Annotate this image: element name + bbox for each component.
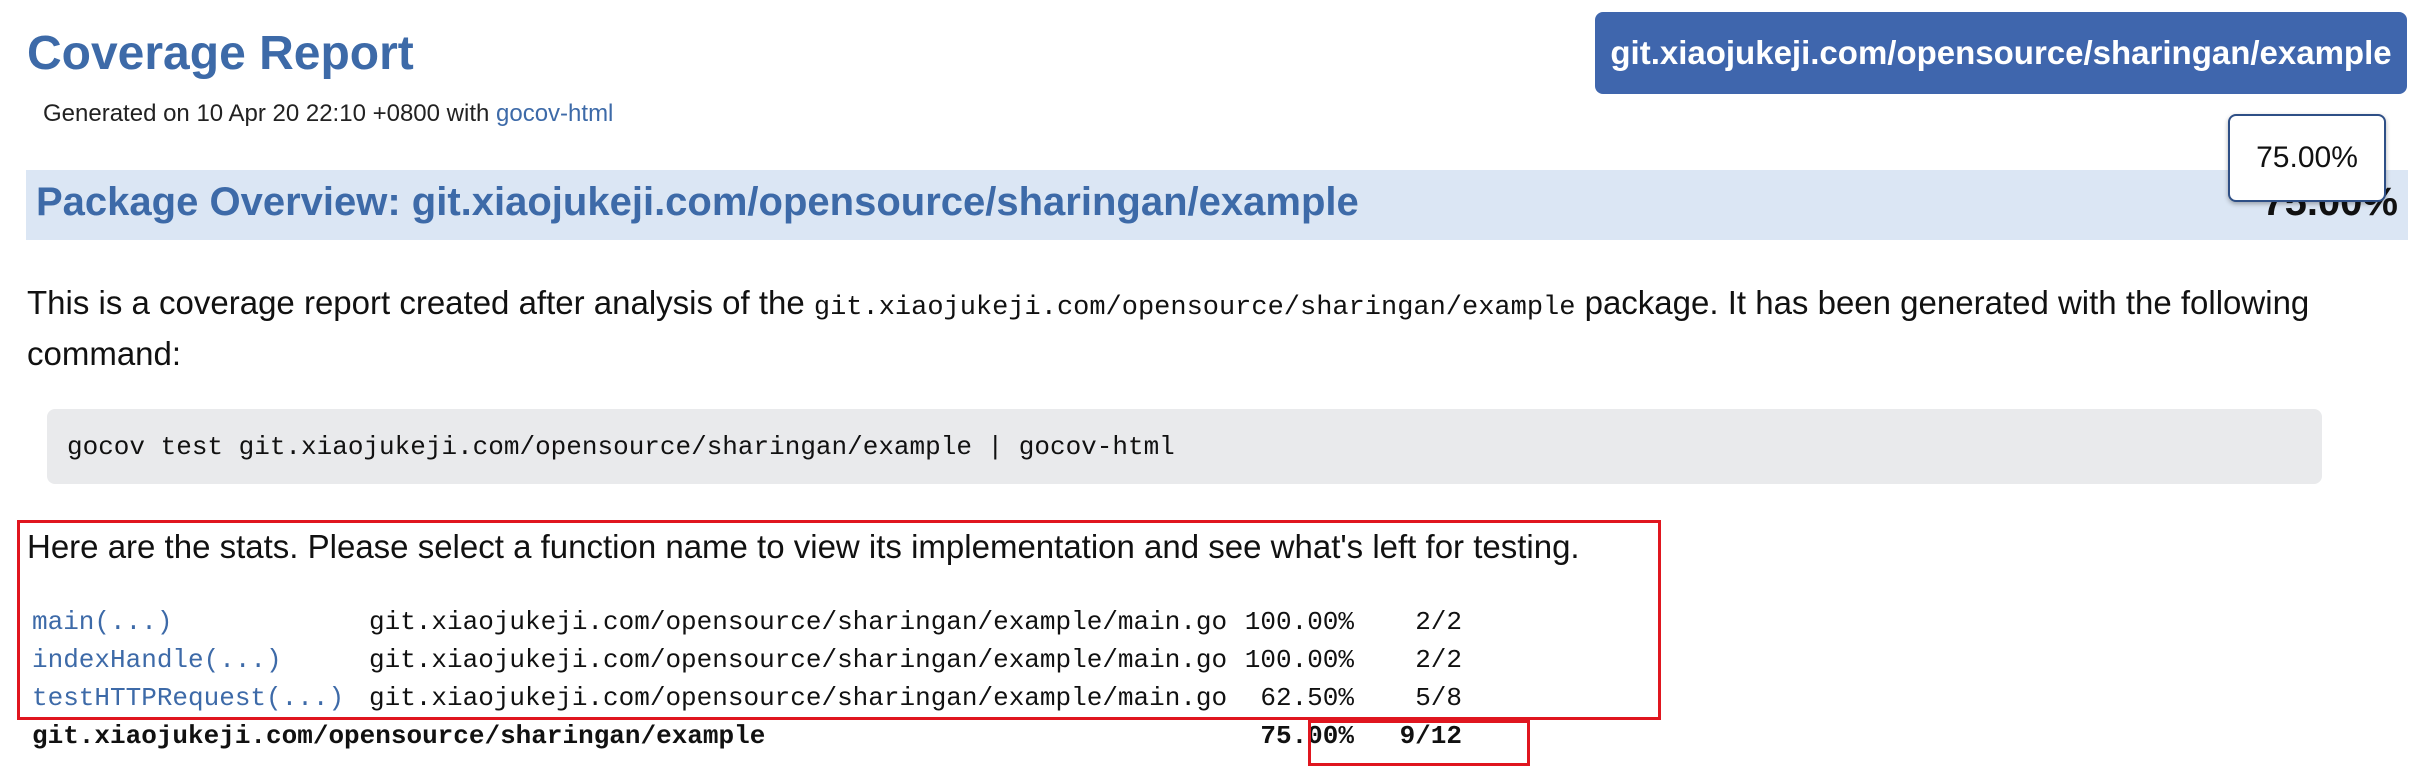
coverage-fraction: 2/2 xyxy=(1415,607,1462,637)
function-link-main[interactable]: main(...) xyxy=(32,607,172,637)
total-coverage-fraction: 9/12 xyxy=(1399,721,1462,751)
coverage-percent: 100.00% xyxy=(1244,645,1354,675)
generated-text: Generated on 10 Apr 20 22:10 +0800 with xyxy=(43,100,497,127)
total-package-name: git.xiaojukeji.com/opensource/sharingan/… xyxy=(32,721,766,751)
stats-table: main(...) git.xiaojukeji.com/opensource/… xyxy=(22,603,1462,755)
intro-paragraph: This is a coverage report created after … xyxy=(27,280,2387,376)
table-row: indexHandle(...) git.xiaojukeji.com/open… xyxy=(22,641,1462,679)
coverage-tooltip: 75.00% xyxy=(2228,114,2386,202)
coverage-fraction: 2/2 xyxy=(1415,645,1462,675)
command-block: gocov test git.xiaojukeji.com/opensource… xyxy=(47,409,2322,484)
stats-intro: Here are the stats. Please select a func… xyxy=(27,528,1580,565)
coverage-percent: 100.00% xyxy=(1244,607,1354,637)
file-path: git.xiaojukeji.com/opensource/sharingan/… xyxy=(369,607,1228,637)
package-overview-title: Package Overview: git.xiaojukeji.com/ope… xyxy=(36,180,1359,224)
package-overview-bar: Package Overview: git.xiaojukeji.com/ope… xyxy=(26,170,2408,240)
total-coverage-percent: 75.00% xyxy=(1260,721,1354,751)
coverage-percent: 62.50% xyxy=(1260,683,1354,713)
function-link-testhttprequest[interactable]: testHTTPRequest(...) xyxy=(32,683,344,713)
page-title: Coverage Report xyxy=(27,27,414,80)
file-path: git.xiaojukeji.com/opensource/sharingan/… xyxy=(369,683,1228,713)
table-row: testHTTPRequest(...) git.xiaojukeji.com/… xyxy=(22,679,1462,717)
coverage-fraction: 5/8 xyxy=(1415,683,1462,713)
intro-package-code: git.xiaojukeji.com/opensource/sharingan/… xyxy=(813,293,1576,323)
gocov-html-link[interactable]: gocov-html xyxy=(496,100,613,127)
table-total-row: git.xiaojukeji.com/opensource/sharingan/… xyxy=(22,717,1462,755)
function-link-indexhandle[interactable]: indexHandle(...) xyxy=(32,645,282,675)
file-path: git.xiaojukeji.com/opensource/sharingan/… xyxy=(369,645,1228,675)
package-badge[interactable]: git.xiaojukeji.com/opensource/sharingan/… xyxy=(1595,12,2407,94)
generated-info: Generated on 10 Apr 20 22:10 +0800 with … xyxy=(43,100,613,128)
table-row: main(...) git.xiaojukeji.com/opensource/… xyxy=(22,603,1462,641)
intro-text-before: This is a coverage report created after … xyxy=(27,284,814,321)
